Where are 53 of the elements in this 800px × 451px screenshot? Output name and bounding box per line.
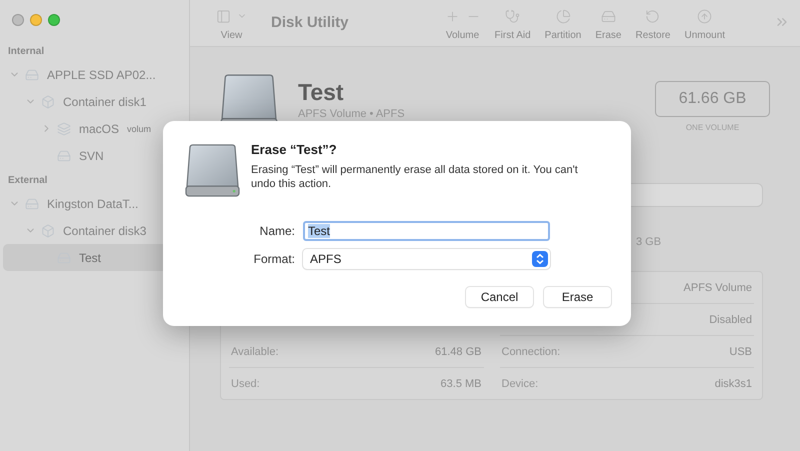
toolbar-label: View bbox=[220, 30, 242, 41]
sidebar-item[interactable]: SVN bbox=[3, 142, 189, 169]
zoom-window-button[interactable] bbox=[48, 14, 60, 26]
sidebar-section-heading: External bbox=[7, 174, 48, 188]
info-value: 61.48 GB bbox=[435, 346, 482, 358]
external-drive-icon bbox=[185, 143, 240, 198]
info-label: Available: bbox=[231, 346, 278, 358]
window-title: Disk Utility bbox=[271, 14, 349, 31]
field-label: Format: bbox=[252, 252, 295, 266]
sidebar-item[interactable]: macOS volum bbox=[3, 115, 189, 142]
stepper-icon bbox=[532, 251, 548, 267]
container-icon bbox=[41, 224, 55, 238]
toolbar-label: Erase bbox=[595, 30, 622, 41]
layers-icon bbox=[57, 122, 71, 136]
dialog-message: Erasing “Test” will permanently erase all data stored on it. You can't undo this action. bbox=[251, 163, 579, 191]
restore-icon[interactable] bbox=[645, 8, 660, 24]
info-label: Device: bbox=[502, 378, 538, 390]
toolbar-label: Restore bbox=[635, 30, 670, 41]
drive-icon bbox=[25, 68, 39, 82]
toolbar-label: Unmount bbox=[684, 30, 726, 41]
sidebar-item[interactable]: Kingston DataT... bbox=[3, 190, 189, 217]
close-window-button[interactable] bbox=[12, 14, 24, 26]
sidebar-item[interactable]: APPLE SSD AP02... bbox=[3, 61, 189, 88]
dialog-button[interactable]: Cancel bbox=[466, 287, 533, 307]
name-field[interactable]: Test bbox=[303, 221, 550, 241]
sidebar-item[interactable]: Container disk1 bbox=[3, 88, 189, 115]
dialog-title: Erase “Test”? bbox=[251, 142, 338, 157]
volume-size: 61.66 GB bbox=[655, 81, 770, 117]
info-value: APFS Volume bbox=[684, 282, 752, 294]
toolbar-label: Partition bbox=[544, 30, 582, 41]
volume-subtitle: APFS Volume • APFS bbox=[298, 108, 405, 120]
sidebar-toggle-icon[interactable] bbox=[216, 8, 231, 24]
stethoscope-icon[interactable] bbox=[505, 8, 520, 24]
field-label: Name: bbox=[258, 224, 295, 238]
toolbar-label: Volume bbox=[446, 30, 480, 41]
info-label: Connection: bbox=[502, 346, 560, 358]
info-value: disk3s1 bbox=[714, 378, 752, 390]
info-value: Disabled bbox=[709, 314, 752, 326]
drive-icon bbox=[57, 148, 71, 162]
info-value: USB bbox=[729, 346, 752, 358]
minimize-window-button[interactable] bbox=[30, 14, 42, 26]
dialog-button[interactable]: Erase bbox=[544, 287, 611, 307]
drive-icon[interactable] bbox=[600, 8, 616, 24]
info-value: 63.5 MB bbox=[440, 378, 482, 390]
info-label: Used: bbox=[231, 378, 260, 390]
toolbar-label: First Aid bbox=[494, 30, 531, 41]
sidebar-section-heading: Internal bbox=[7, 45, 46, 59]
volume-name: Test bbox=[298, 79, 345, 106]
container-icon bbox=[41, 94, 55, 108]
pie-chart-icon[interactable] bbox=[556, 8, 570, 24]
sidebar-item[interactable]: Container disk3 bbox=[3, 217, 189, 244]
drive-icon bbox=[25, 196, 39, 210]
format-popup[interactable]: APFS bbox=[303, 249, 550, 269]
